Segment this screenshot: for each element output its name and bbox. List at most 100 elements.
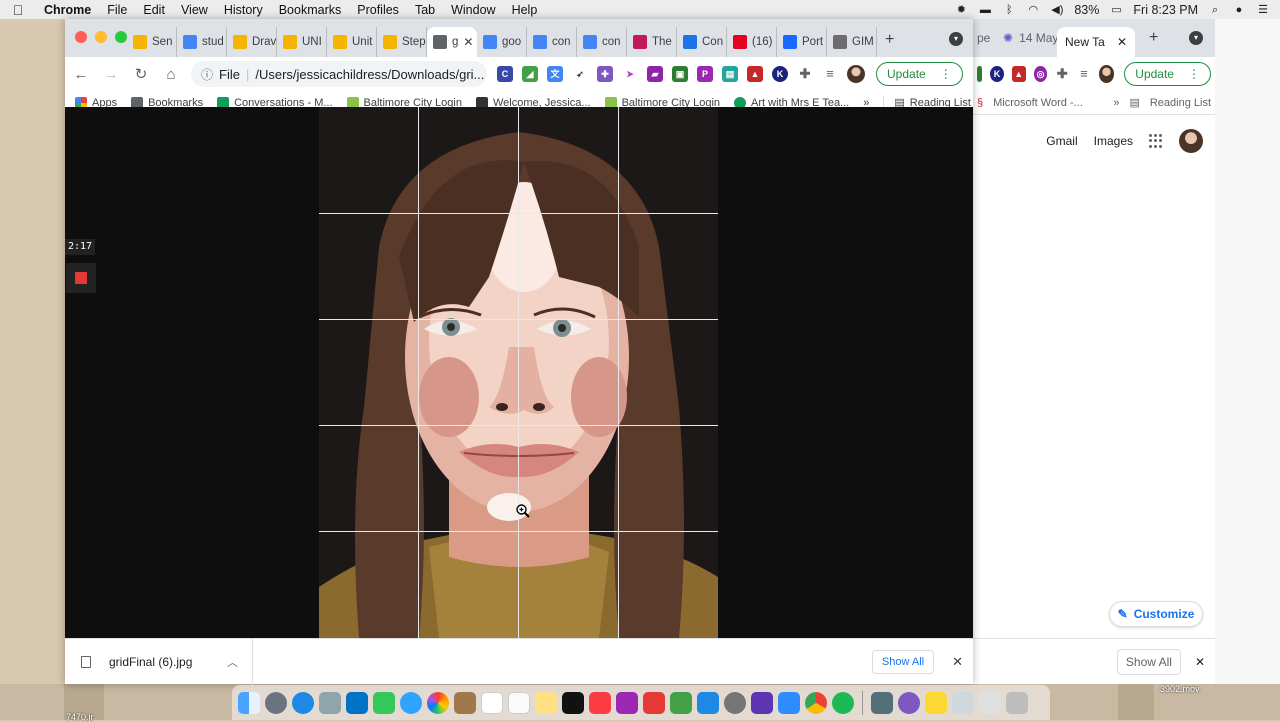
messages-icon[interactable]	[400, 691, 422, 714]
tab-search-icon[interactable]: ▾	[949, 32, 963, 46]
gear-app-icon[interactable]	[898, 691, 920, 714]
profile-avatar[interactable]	[1098, 65, 1115, 83]
reminders-icon[interactable]	[508, 691, 530, 714]
gmail-link[interactable]: Gmail	[1046, 134, 1077, 148]
bookmarks-overflow[interactable]: »	[1113, 97, 1119, 109]
teal-extension-icon[interactable]: ▤	[722, 66, 738, 82]
menu-window[interactable]: Window	[443, 3, 503, 17]
apple-menu-icon[interactable]: 	[0, 2, 36, 18]
screenshot-icon[interactable]	[871, 691, 893, 714]
numbers-icon[interactable]	[670, 691, 692, 714]
show-all-button[interactable]: Show All	[871, 649, 935, 674]
tab[interactable]: goo	[477, 27, 527, 57]
desktop-video-thumbnail[interactable]	[1118, 684, 1154, 720]
menu-profiles[interactable]: Profiles	[349, 3, 407, 17]
tab[interactable]: GIM	[827, 27, 877, 57]
purple-extension-icon[interactable]: ◎	[1033, 66, 1048, 82]
chevron-up-icon[interactable]: ︿	[227, 654, 238, 670]
minimize-window-button[interactable]	[95, 31, 107, 43]
downloads-stack-icon[interactable]	[952, 691, 974, 714]
menu-edit[interactable]: Edit	[135, 3, 173, 17]
zoom-app-icon[interactable]	[778, 691, 800, 714]
new-tab-icon[interactable]: +	[1149, 29, 1158, 47]
menu-bookmarks[interactable]: Bookmarks	[271, 3, 350, 17]
clock[interactable]: Fri 8:23 PM	[1133, 3, 1198, 17]
screen-icon[interactable]: ▬	[978, 4, 992, 16]
tab[interactable]: Con	[677, 27, 727, 57]
info-icon[interactable]: ⓘ	[201, 66, 213, 83]
calendar-icon[interactable]	[481, 691, 503, 714]
tab[interactable]: Sen	[127, 27, 177, 57]
zoom-window-button[interactable]	[115, 31, 127, 43]
new-extension-icon[interactable]: ▲	[747, 66, 763, 82]
home-icon[interactable]: ⌂	[161, 66, 181, 83]
control-center-icon[interactable]: ☰	[1256, 4, 1270, 16]
tab[interactable]: (16)	[727, 27, 777, 57]
safari-icon[interactable]	[292, 691, 314, 714]
finder-icon[interactable]	[238, 691, 260, 714]
extension-icon[interactable]	[977, 66, 983, 82]
back-tab-new-tab[interactable]: New Ta ✕	[1057, 27, 1135, 57]
tab[interactable]: Step	[377, 27, 427, 57]
close-tab-icon[interactable]: ✕	[463, 35, 473, 49]
images-link[interactable]: Images	[1094, 134, 1133, 148]
close-download-bar-icon[interactable]: ✕	[952, 654, 963, 670]
tab[interactable]: con	[527, 27, 577, 57]
facetime-icon[interactable]	[373, 691, 395, 714]
apple-tv-icon[interactable]	[562, 691, 584, 714]
photo-booth-icon[interactable]	[643, 691, 665, 714]
tab[interactable]: The	[627, 27, 677, 57]
app-store-icon[interactable]	[697, 691, 719, 714]
puzzle-purple-extension-icon[interactable]: ✚	[597, 66, 613, 82]
tab[interactable]: con	[577, 27, 627, 57]
classroom-extension-icon[interactable]: ◢	[522, 66, 538, 82]
puzzle-extensions-icon[interactable]: ✚	[797, 66, 813, 82]
profile-avatar[interactable]	[847, 65, 865, 83]
puzzle-extensions-icon[interactable]: ✚	[1055, 66, 1069, 82]
pdf-extension-icon[interactable]: P	[697, 66, 713, 82]
music-icon[interactable]	[589, 691, 611, 714]
preview-icon[interactable]	[319, 691, 341, 714]
menu-view[interactable]: View	[173, 3, 216, 17]
gear-status-icon[interactable]: ✹	[954, 4, 968, 16]
tab[interactable]: Unit	[327, 27, 377, 57]
user-account-icon[interactable]: ●	[1232, 4, 1246, 16]
download-item[interactable]: gridFinal (6).jpg ︿	[65, 638, 253, 685]
update-button[interactable]: Update ⋮	[876, 62, 963, 86]
menu-help[interactable]: Help	[504, 3, 546, 17]
address-bar[interactable]: ⓘ File | /Users/jessicachildress/Downloa…	[191, 61, 487, 87]
desktop-video-label[interactable]: 3902.mov	[1160, 684, 1200, 694]
documents-stack-icon[interactable]	[979, 691, 1001, 714]
battery-percent[interactable]: 83%	[1074, 3, 1099, 17]
k-extension-icon[interactable]: K	[990, 66, 1004, 82]
c-extension-icon[interactable]: C	[497, 66, 513, 82]
k-extension-icon[interactable]: K	[772, 66, 788, 82]
tab[interactable]: stud	[177, 27, 227, 57]
desktop-file-label[interactable]: 7470.jr	[66, 712, 94, 722]
google-account-avatar[interactable]	[1179, 129, 1203, 153]
grid-portrait-image[interactable]	[319, 107, 718, 638]
trash-icon[interactable]	[1006, 691, 1028, 714]
outlook-icon[interactable]	[346, 691, 368, 714]
close-download-bar-icon[interactable]: ✕	[1195, 655, 1205, 669]
notes-icon[interactable]	[535, 691, 557, 714]
google-apps-icon[interactable]	[1149, 134, 1163, 148]
bluetooth-icon[interactable]: ᛒ	[1002, 4, 1016, 16]
spotlight-search-icon[interactable]: ⌕	[1208, 4, 1222, 16]
customize-button[interactable]: ✎ Customize	[1109, 601, 1203, 627]
forward-arrow-icon[interactable]: →	[101, 66, 121, 83]
bookmark-item[interactable]: Microsoft Word -...	[993, 97, 1083, 109]
spotify-icon[interactable]	[832, 691, 854, 714]
new-tab-icon[interactable]: +	[885, 31, 894, 49]
url-text[interactable]: /Users/jessicachildress/Downloads/gri...	[255, 67, 484, 82]
launchpad-icon[interactable]	[265, 691, 287, 714]
system-preferences-icon[interactable]	[724, 691, 746, 714]
rocket-extension-icon[interactable]: ➶	[572, 66, 588, 82]
battery-icon[interactable]: ▭	[1109, 4, 1123, 16]
tab[interactable]: UNI	[277, 27, 327, 57]
translate-extension-icon[interactable]: 文	[547, 66, 563, 82]
media-control-icon[interactable]: ≡	[1077, 66, 1091, 82]
reading-list[interactable]: Reading List	[1150, 97, 1211, 109]
close-window-button[interactable]	[75, 31, 87, 43]
update-button[interactable]: Update ⋮	[1124, 62, 1211, 86]
